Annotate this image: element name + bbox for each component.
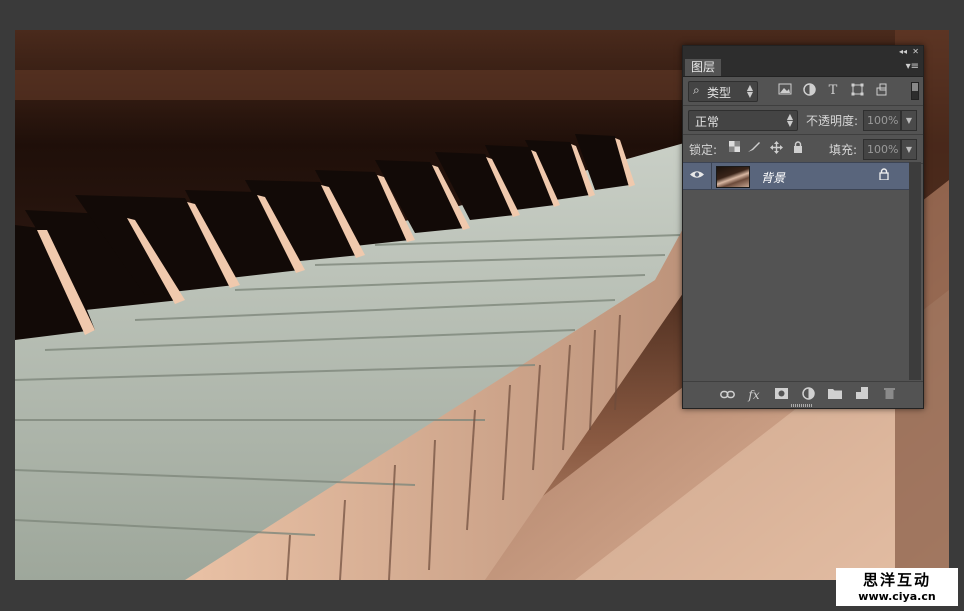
opacity-label: 不透明度: <box>806 114 859 128</box>
watermark-logo: 思洋互动 www.ciya.cn <box>836 568 958 606</box>
smart-object-filter-icon[interactable] <box>873 83 889 99</box>
updown-arrows-icon: ▲ ▼ <box>746 83 753 99</box>
delete-layer-icon[interactable] <box>881 387 897 403</box>
layers-list: 背景 <box>683 162 909 380</box>
shape-filter-icon[interactable] <box>849 83 865 99</box>
tab-layers[interactable]: 图层 <box>685 59 722 76</box>
panel-title-bar[interactable]: ◂◂ ✕ <box>683 46 923 58</box>
type-filter-icon[interactable]: T <box>825 83 841 99</box>
layers-scrollbar[interactable] <box>909 162 921 380</box>
opacity-input[interactable]: 100% <box>863 110 901 131</box>
layer-thumbnail <box>716 166 750 188</box>
collapse-panel-icon[interactable]: ◂◂ <box>899 46 907 58</box>
layers-panel: ◂◂ ✕ 图层 ▾≡ ⌕ 类型 ▲ ▼ T 正常 ▲ ▼ 不透明度: 100% … <box>682 45 924 409</box>
layer-filter-row: ⌕ 类型 ▲ ▼ T <box>683 77 923 106</box>
fill-input[interactable]: 100% <box>863 139 901 160</box>
new-group-icon[interactable] <box>827 387 843 403</box>
filter-kind-select[interactable]: ⌕ 类型 ▲ ▼ <box>688 81 758 102</box>
fill-label: 填充: <box>829 143 858 157</box>
lock-row: 锁定: 填充: 100% ▼ <box>683 135 923 164</box>
close-panel-icon[interactable]: ✕ <box>912 46 919 58</box>
lock-image-pixels-icon[interactable] <box>747 141 761 155</box>
blend-mode-value: 正常 <box>695 115 720 129</box>
watermark-url: www.ciya.cn <box>858 590 936 603</box>
lock-label: 锁定: <box>689 143 718 157</box>
adjustment-filter-icon[interactable] <box>801 83 817 99</box>
lock-transparent-pixels-icon[interactable] <box>727 141 741 155</box>
layers-bottom-toolbar: fx <box>683 381 923 408</box>
search-icon: ⌕ <box>693 83 700 97</box>
lock-position-icon[interactable] <box>769 141 783 155</box>
visibility-eye-icon[interactable] <box>683 163 712 189</box>
panel-tab-bar: 图层 ▾≡ <box>683 58 923 77</box>
layer-lock-icon <box>879 168 889 183</box>
watermark-title: 思洋互动 <box>862 571 931 589</box>
panel-resize-grip[interactable] <box>791 404 813 407</box>
blend-mode-select[interactable]: 正常 ▲ ▼ <box>688 110 798 131</box>
panel-menu-icon[interactable]: ▾≡ <box>906 61 919 73</box>
lock-all-icon[interactable] <box>791 141 805 155</box>
fx-icon[interactable]: fx <box>746 387 762 403</box>
add-mask-icon[interactable] <box>773 387 789 403</box>
new-adjustment-icon[interactable] <box>800 387 816 403</box>
opacity-dropdown-icon[interactable]: ▼ <box>901 110 917 131</box>
updown-arrows-icon: ▲ ▼ <box>786 112 793 128</box>
filter-kind-label: 类型 <box>707 86 732 100</box>
fill-dropdown-icon[interactable]: ▼ <box>901 139 917 160</box>
filter-toggle-switch[interactable] <box>911 82 919 100</box>
new-layer-icon[interactable] <box>854 387 870 403</box>
blend-row: 正常 ▲ ▼ 不透明度: 100% ▼ <box>683 106 923 135</box>
layer-name[interactable]: 背景 <box>761 169 785 186</box>
layer-row-background[interactable]: 背景 <box>683 162 909 190</box>
link-layers-icon[interactable] <box>719 387 735 403</box>
image-filter-icon[interactable] <box>777 83 793 99</box>
